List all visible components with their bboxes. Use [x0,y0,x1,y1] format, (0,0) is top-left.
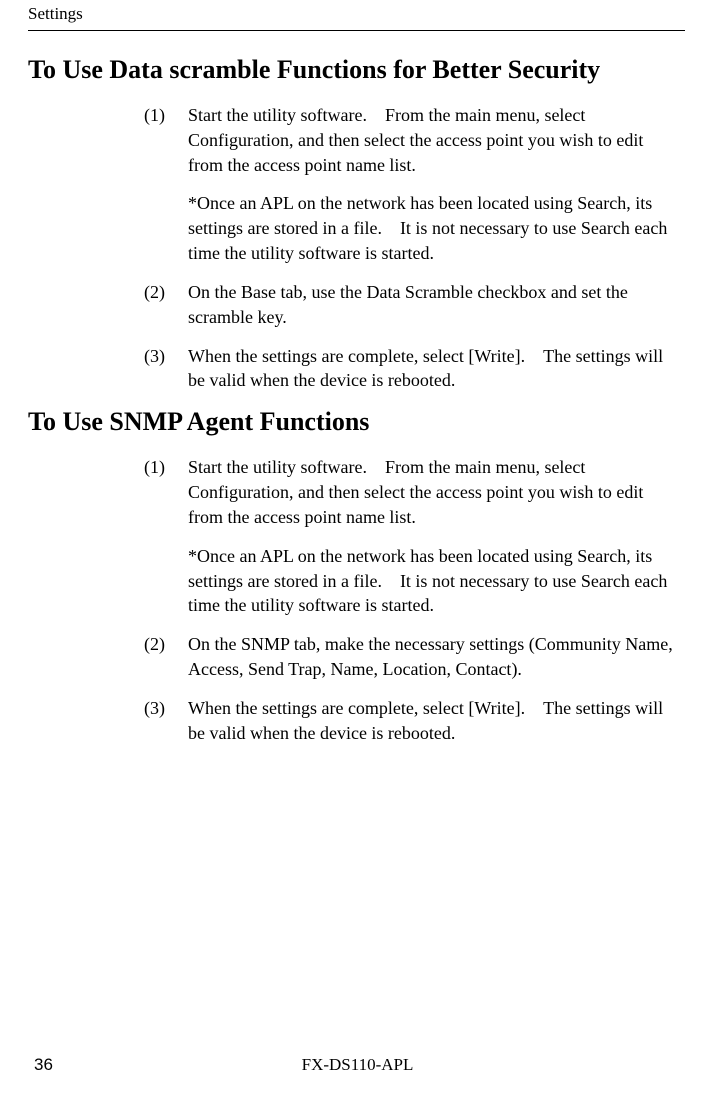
list-item: (2) On the Base tab, use the Data Scramb… [144,280,677,330]
footer: 36 FX-DS110-APL [0,1055,715,1075]
running-header: Settings [28,4,685,24]
section-body-1: (1) Start the utility software. From the… [28,103,685,393]
section-body-2: (1) Start the utility software. From the… [28,455,685,745]
list-item: (3) When the settings are complete, sele… [144,344,677,394]
list-note: *Once an APL on the network has been loc… [188,191,677,265]
list-content: When the settings are complete, select [… [188,344,677,394]
list-marker: (1) [144,455,188,529]
list-marker: (2) [144,280,188,330]
list-content: When the settings are complete, select [… [188,696,677,746]
list-item: (1) Start the utility software. From the… [144,455,677,529]
list-content: On the Base tab, use the Data Scramble c… [188,280,677,330]
list-marker: (3) [144,696,188,746]
header-rule [28,30,685,31]
list-marker: (2) [144,632,188,682]
list-item: (1) Start the utility software. From the… [144,103,677,177]
list-item: (3) When the settings are complete, sele… [144,696,677,746]
list-content: Start the utility software. From the mai… [188,103,677,177]
section-title-2: To Use SNMP Agent Functions [28,407,685,437]
footer-center-text: FX-DS110-APL [0,1055,715,1075]
list-content: Start the utility software. From the mai… [188,455,677,529]
list-marker: (3) [144,344,188,394]
page: Settings To Use Data scramble Functions … [0,0,715,1103]
list-note: *Once an APL on the network has been loc… [188,544,677,618]
section-title-1: To Use Data scramble Functions for Bette… [28,55,685,85]
list-content: On the SNMP tab, make the necessary sett… [188,632,677,682]
list-marker: (1) [144,103,188,177]
list-item: (2) On the SNMP tab, make the necessary … [144,632,677,682]
page-number: 36 [34,1055,53,1075]
